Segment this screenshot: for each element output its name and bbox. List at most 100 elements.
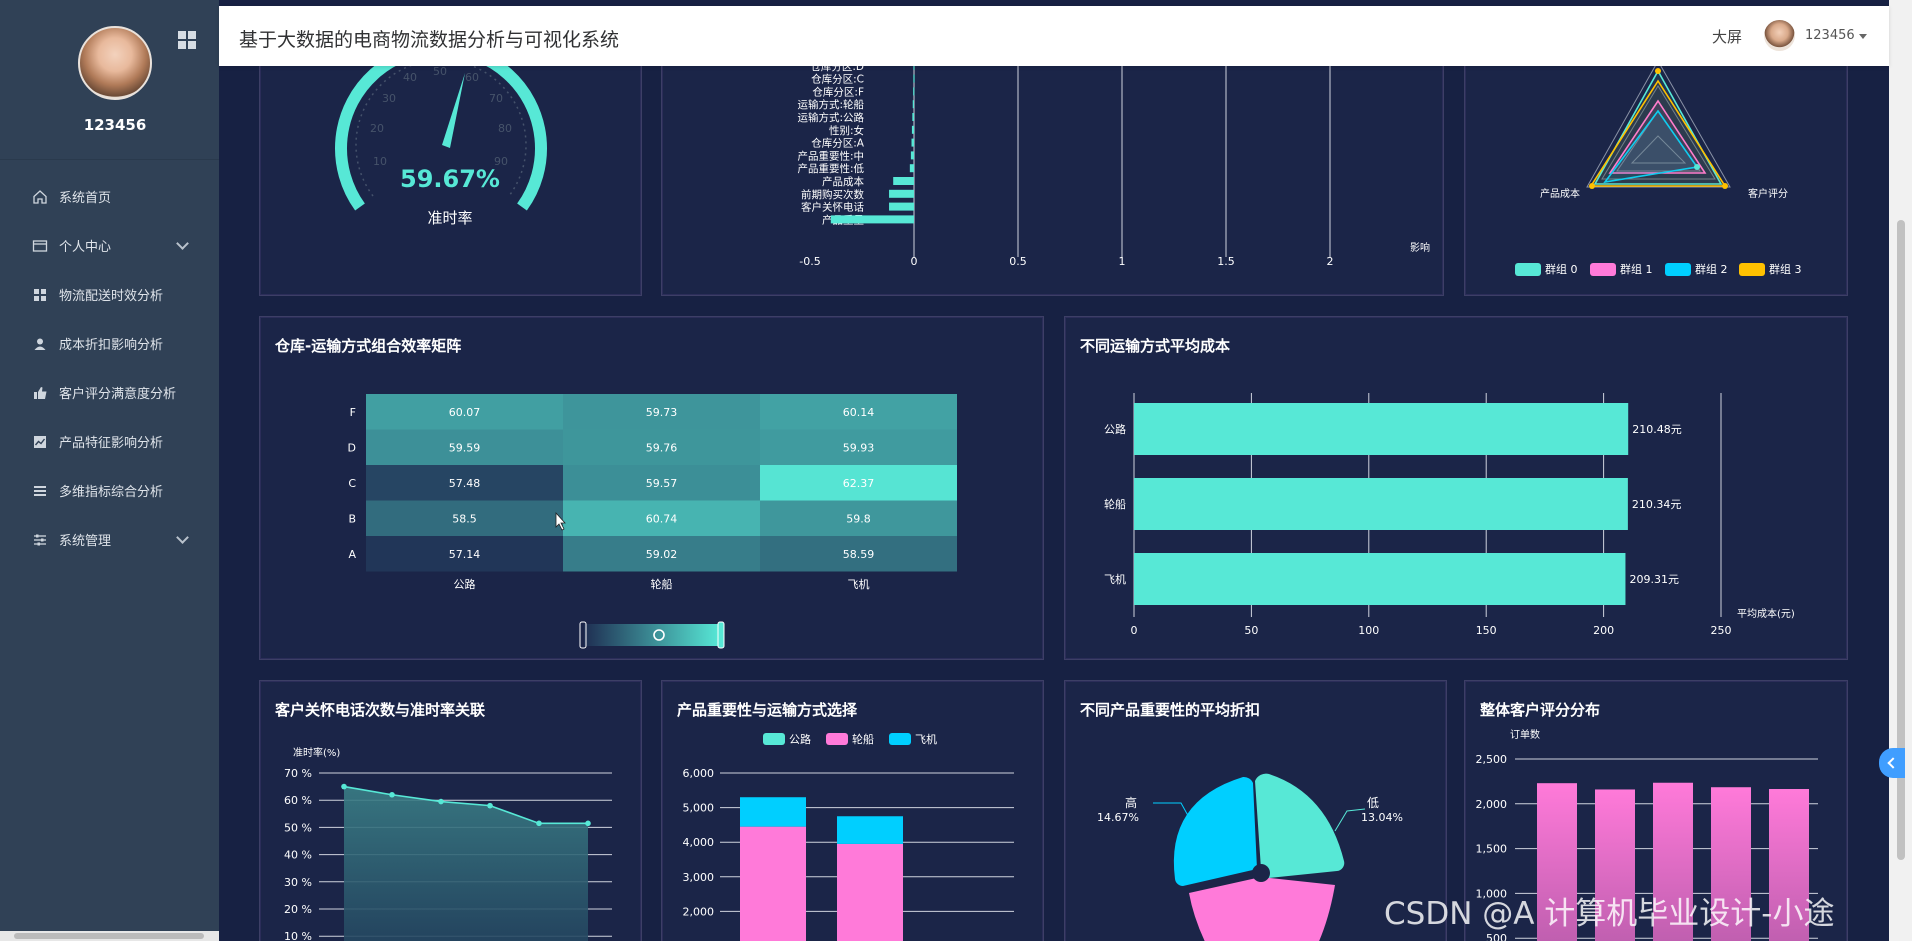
- feature-label: 产品成本: [822, 175, 864, 188]
- sidebar-item-system-management[interactable]: 系统管理: [0, 515, 219, 564]
- stacked-bar-segment: [837, 816, 903, 844]
- sidebar-item-personal-center[interactable]: 个人中心: [0, 221, 219, 270]
- feature-label: 前期购买次数: [801, 188, 864, 201]
- caret-down-icon[interactable]: [1859, 34, 1867, 39]
- feature-bar: [911, 138, 914, 147]
- heatmap-cell-label: 57.48: [449, 477, 481, 490]
- y-tick-label: 500: [1486, 932, 1507, 941]
- legend-label: 群组 2: [1695, 262, 1728, 276]
- sidebar-item-label: 个人中心: [59, 240, 112, 255]
- top-header: 基于大数据的电商物流数据分析与可视化系统 大屏 123456: [219, 6, 1889, 66]
- heatmap-cell-label: 60.07: [449, 406, 481, 419]
- y-category-label: F: [350, 406, 356, 419]
- sidebar-item-home[interactable]: 系统首页: [0, 172, 219, 221]
- feature-importance-chart: -0.500.511.52影响运输方式:飞机仓库分区:D仓库分区:C仓库分区:F…: [797, 41, 1430, 268]
- feature-label: 产品重要性:中: [797, 149, 864, 162]
- feature-label: 客户关怀电话: [801, 201, 864, 214]
- y-category-label: A: [348, 548, 356, 561]
- bar-value-label: 209.31元: [1629, 573, 1679, 586]
- data-point: [487, 802, 493, 809]
- heatmap-cell-label: 59.8: [846, 513, 871, 526]
- x-tick-label: 0.5: [1009, 255, 1027, 268]
- legend-label: 轮船: [852, 732, 874, 746]
- cost-bar: [1134, 478, 1628, 530]
- grid-icon[interactable]: [178, 31, 196, 49]
- sliders-icon: [32, 532, 48, 548]
- feature-bar: [830, 215, 914, 224]
- y-category-label: 轮船: [1104, 497, 1126, 511]
- y-tick-label: 40 %: [284, 849, 312, 862]
- gauge-label: 准时率: [427, 209, 472, 227]
- bar-value-label: 210.34元: [1632, 498, 1682, 511]
- line-chart-icon: [32, 434, 48, 450]
- y-tick-label: 4,000: [683, 836, 715, 849]
- y-category-label: C: [348, 477, 356, 490]
- heatmap-panel: 仓库-运输方式组合效率矩阵 F 60.07 59.73 60.14 D 59.59 59.7…: [259, 316, 1044, 660]
- heatmap-cell-label: 57.14: [449, 548, 481, 561]
- sidebar-item-multi-metric[interactable]: 多维指标综合分析: [0, 466, 219, 515]
- y-tick-label: 30 %: [284, 876, 312, 889]
- pie-label-high: 高: [1125, 795, 1137, 810]
- pie-slice-low: [1255, 773, 1345, 878]
- legend-label: 飞机: [915, 732, 937, 746]
- avg-cost-chart: 0 50 100 150 200 250 平均成本(元) 公路 210.48元轮船 210.34元…: [1104, 393, 1795, 637]
- gauge-panel: 10 20 30 40 50 60 70 80 90 59.67% 准时率: [259, 40, 642, 296]
- legend-label: 群组 1: [1620, 262, 1653, 276]
- sidebar-scrollbar[interactable]: [0, 931, 219, 941]
- heatmap-cell-label: 60.14: [843, 406, 875, 419]
- radar-legend[interactable]: 群组 0 群组 1 群组 2 群组 3: [1515, 262, 1802, 276]
- panel-title: 客户关怀电话次数与准时率关联: [275, 701, 486, 719]
- gauge-tick: 80: [498, 122, 512, 135]
- sidebar-item-delivery-analysis[interactable]: 物流配送时效分析: [0, 270, 219, 319]
- gauge-tick: 70: [489, 92, 503, 105]
- x-tick-label: 0: [1131, 624, 1138, 637]
- x-axis-name: 平均成本(元): [1737, 607, 1795, 620]
- y-tick-label: 5,000: [683, 802, 715, 815]
- x-tick-label: 2: [1327, 255, 1334, 268]
- sidebar-item-product-feature[interactable]: 产品特征影响分析: [0, 417, 219, 466]
- collapse-tab-button[interactable]: [1879, 748, 1905, 778]
- feature-label: 性别:女: [829, 124, 864, 137]
- gauge-tick: 20: [370, 122, 384, 135]
- sidebar-item-customer-rating[interactable]: 客户评分满意度分析: [0, 368, 219, 417]
- gauge-value: 59.67%: [400, 165, 500, 193]
- header-username[interactable]: 123456: [1805, 28, 1855, 43]
- panel-title: 不同运输方式平均成本: [1080, 337, 1231, 355]
- gauge-tick: 40: [403, 71, 417, 84]
- pie-label-low: 低: [1367, 796, 1379, 810]
- legend-label: 公路: [789, 733, 811, 746]
- home-icon: [32, 189, 48, 205]
- radar-chart: 产品成本 客户评分 群组 0 群组 1 群组 2 群组 3: [1515, 59, 1802, 276]
- page-scrollbar[interactable]: [1889, 0, 1912, 941]
- sidebar-menu: 系统首页 个人中心 物流配送时效分析 成本折扣影响分析 客户评分满意度分析 产品…: [0, 172, 219, 564]
- care-calls-panel: 客户关怀电话次数与准时率关联 准时率(%) 70 % 60 % 50 % 40 % 30 …: [259, 680, 642, 941]
- x-tick-label: -0.5: [799, 255, 820, 268]
- big-screen-link[interactable]: 大屏: [1712, 26, 1742, 47]
- legend-swatch: [763, 733, 785, 745]
- feature-label: 运输方式:轮船: [797, 98, 864, 111]
- avatar[interactable]: [78, 26, 152, 100]
- sidebar-item-cost-discount[interactable]: 成本折扣影响分析: [0, 319, 219, 368]
- heatmap-cell-label: 58.5: [452, 513, 477, 526]
- gauge-tick: 60: [465, 71, 479, 84]
- heatmap-cell-label: 59.59: [449, 442, 481, 455]
- feature-bar: [893, 177, 914, 185]
- y-category-label: B: [348, 513, 356, 526]
- gauge-pointer: [442, 73, 465, 148]
- feature-label: 仓库分区:A: [811, 137, 865, 150]
- person-icon: [32, 336, 48, 352]
- avatar[interactable]: [1764, 20, 1795, 51]
- sidebar-item-label: 多维指标综合分析: [59, 485, 164, 500]
- y-axis-name: 准时率(%): [293, 746, 340, 759]
- x-tick-label: 100: [1358, 624, 1379, 637]
- list-icon: [32, 483, 48, 499]
- stacked-bar-segment: [740, 797, 806, 827]
- heatmap-cell-label: 59.93: [843, 442, 875, 455]
- heatmap-chart: F 60.07 59.73 60.14 D 59.59 59.76 59.93 C 57.48 59…: [348, 394, 957, 649]
- feature-bar: [909, 164, 914, 173]
- pie-slice-high: [1173, 776, 1257, 887]
- visual-map-slider[interactable]: [579, 621, 725, 649]
- feature-bar: [913, 87, 915, 96]
- sidebar-item-label: 客户评分满意度分析: [59, 387, 177, 402]
- radar-series-group-3: [1589, 79, 1727, 187]
